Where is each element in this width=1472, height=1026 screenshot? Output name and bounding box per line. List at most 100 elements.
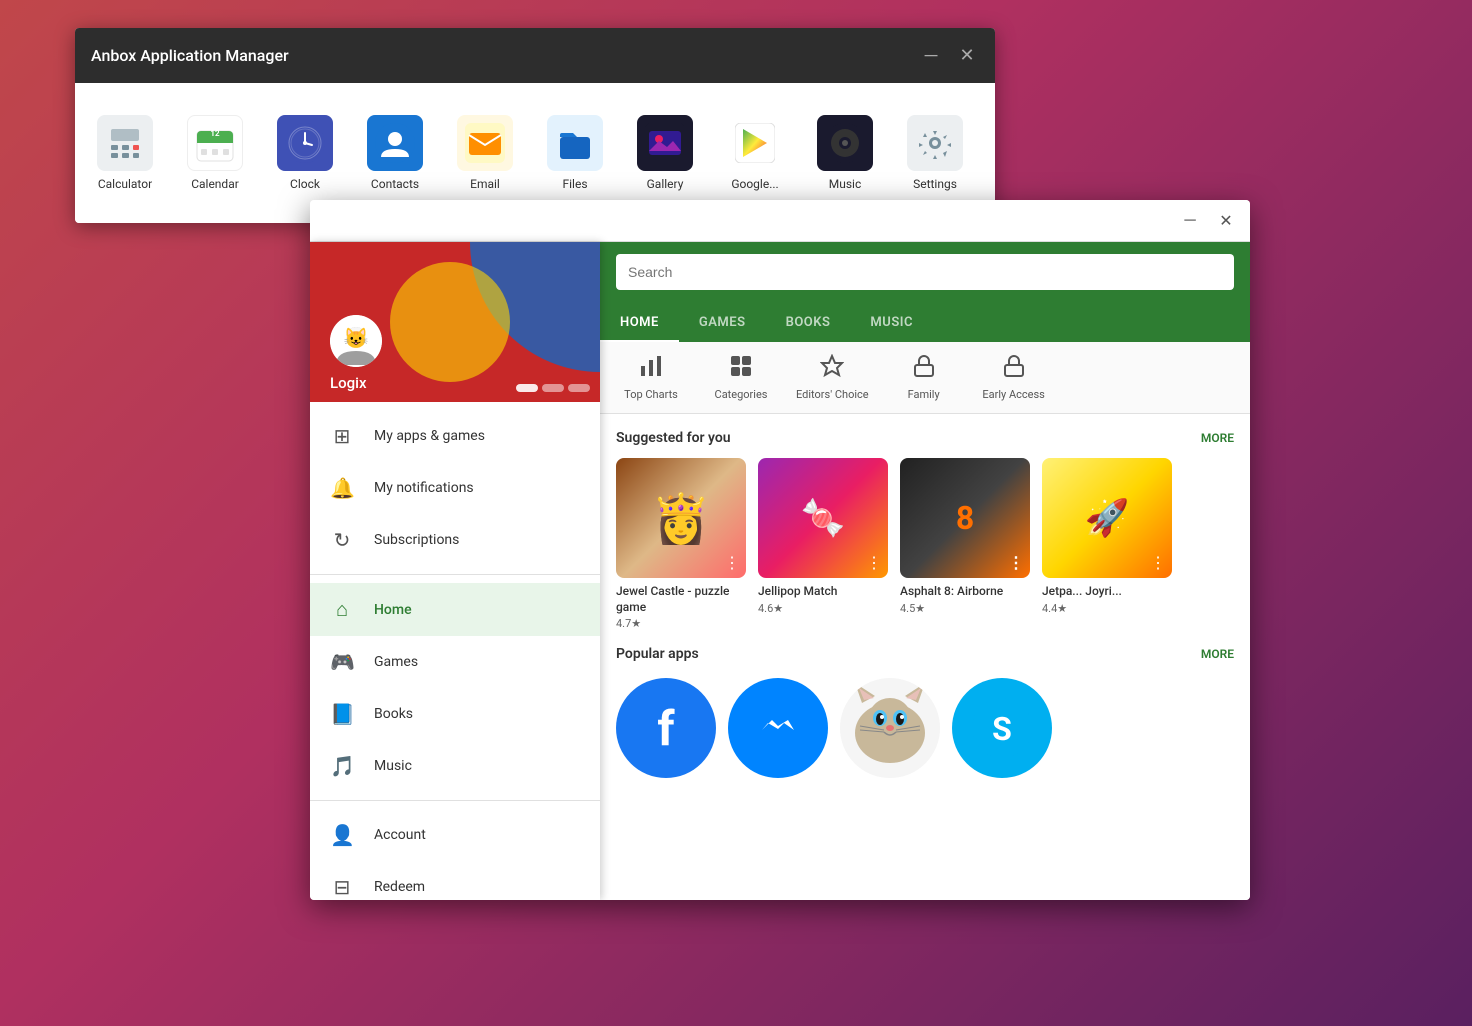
clock-label: Clock [290,177,320,191]
tab-music[interactable]: MUSIC [850,305,933,342]
jewel-card-image: 👸 ⋮ [616,458,746,578]
jetpack-image-content: 🚀 [1085,497,1130,539]
cat-family[interactable]: Family [889,354,959,401]
tab-books[interactable]: BOOKS [766,305,851,342]
jellipop-more-button[interactable]: ⋮ [866,553,882,572]
skype-icon: S [952,678,1052,778]
play-minimize-button[interactable]: ─ [1178,209,1202,233]
games-more-button[interactable]: MORE [1201,431,1234,445]
social-card-skype[interactable]: S [952,678,1052,778]
jewel-title: Jewel Castle - puzzle game [616,584,746,615]
game-card-asphalt[interactable]: 8 ⋮ Asphalt 8: Airborne 4.5★ [900,458,1030,630]
games-icon: 🎮 [330,650,354,674]
drawer-header: 😺 Logix [310,242,600,402]
family-icon [912,354,936,384]
drawer-section-account: ⊞ My apps & games 🔔 My notifications ↻ S… [310,402,600,575]
drawer-item-notifications[interactable]: 🔔 My notifications [310,462,600,514]
cat-categories[interactable]: Categories [706,354,776,401]
jellipop-rating: 4.6★ [758,602,888,615]
subscriptions-icon: ↻ [330,528,354,552]
drawer-item-account[interactable]: 👤 Account [310,809,600,861]
calculator-label: Calculator [98,177,152,191]
game-card-jewel[interactable]: 👸 ⋮ Jewel Castle - puzzle game 4.7★ [616,458,746,630]
jellipop-title: Jellipop Match [758,584,888,600]
asphalt-card-image: 8 ⋮ [900,458,1030,578]
drawer-item-my-apps[interactable]: ⊞ My apps & games [310,410,600,462]
cat-family-label: Family [908,388,940,401]
app-item-calculator[interactable]: Calculator [95,115,155,191]
account-icon: 👤 [330,823,354,847]
cat-editors-choice[interactable]: Editors' Choice [796,354,869,401]
social-more-button[interactable]: MORE [1201,647,1234,661]
books-icon: 📘 [330,702,354,726]
asphalt-more-button[interactable]: ⋮ [1008,553,1024,572]
anbox-close-button[interactable]: ✕ [955,44,979,68]
settings-label: Settings [913,177,957,191]
cat-editors-choice-label: Editors' Choice [796,388,869,401]
app-item-settings[interactable]: Settings [905,115,965,191]
jewel-rating: 4.7★ [616,617,746,630]
jetpack-more-button[interactable]: ⋮ [1150,553,1166,572]
drawer-username: Logix [330,374,366,392]
email-dot-3 [568,384,590,392]
tab-home[interactable]: HOME [600,305,679,342]
social-section-title: Popular apps [616,646,699,662]
app-item-files[interactable]: Files [545,115,605,191]
app-item-calendar[interactable]: 12 Calendar [185,115,245,191]
tab-games[interactable]: GAMES [679,305,766,342]
app-item-gallery[interactable]: Gallery [635,115,695,191]
games-section-title: Suggested for you [616,430,731,446]
games-cards: 👸 ⋮ Jewel Castle - puzzle game 4.7★ 🍬 ⋮ … [616,458,1234,630]
jellipop-image-content: 🍬 [801,497,846,539]
music-label: Music [374,758,412,774]
app-item-google[interactable]: Google... [725,115,785,191]
settings-icon [907,115,963,171]
notifications-icon: 🔔 [330,476,354,500]
social-cards: f [600,678,1250,794]
games-section-header: Suggested for you MORE [616,430,1234,446]
app-item-clock[interactable]: Clock [275,115,335,191]
svg-text:12: 12 [210,129,220,138]
play-categories: Top Charts Categories Editors' Choice Fa… [600,342,1250,414]
drawer-item-redeem[interactable]: ⊟ Redeem [310,861,600,900]
tomcat-icon [840,678,940,778]
clock-icon [277,115,333,171]
music-nav-icon: 🎵 [330,754,354,778]
anbox-minimize-button[interactable]: ─ [919,44,943,68]
svg-text:S: S [992,710,1012,748]
app-item-contacts[interactable]: Contacts [365,115,425,191]
cat-early-access[interactable]: Early Access [979,354,1049,401]
drawer-item-games[interactable]: 🎮 Games [310,636,600,688]
my-apps-icon: ⊞ [330,424,354,448]
notifications-label: My notifications [374,480,474,496]
drawer-item-books[interactable]: 📘 Books [310,688,600,740]
drawer-item-music[interactable]: 🎵 Music [310,740,600,792]
play-close-button[interactable]: ✕ [1214,209,1238,233]
social-card-messenger[interactable] [728,678,828,778]
cat-top-charts[interactable]: Top Charts [616,354,686,401]
subscriptions-label: Subscriptions [374,532,459,548]
fb-letter: f [657,700,674,757]
app-item-music[interactable]: Music [815,115,875,191]
social-section-header-row: Popular apps MORE [616,646,1234,662]
books-label: Books [374,706,413,722]
navigation-drawer: 😺 Logix ⊞ My apps & games 🔔 My notificat… [310,242,600,900]
svg-text:😺: 😺 [344,326,369,350]
social-card-tomcat[interactable] [840,678,940,778]
jewel-more-button[interactable]: ⋮ [724,553,740,572]
cat-categories-label: Categories [715,388,768,401]
game-card-jetpack[interactable]: 🚀 ⋮ Jetpa... Joyri... 4.4★ [1042,458,1172,630]
drawer-section-misc: 👤 Account ⊟ Redeem ✓ Wishlist 🛡 Play Pro… [310,801,600,900]
game-card-jellipop[interactable]: 🍬 ⋮ Jellipop Match 4.6★ [758,458,888,630]
drawer-email-bar [516,384,590,392]
social-section-header: Popular apps MORE [600,646,1250,678]
asphalt-image-content: 8 [956,499,974,537]
drawer-item-subscriptions[interactable]: ↻ Subscriptions [310,514,600,566]
app-item-email[interactable]: Email [455,115,515,191]
play-search-box[interactable] [616,254,1234,290]
play-titlebar: ─ ✕ [310,200,1250,242]
drawer-section-nav: ⌂ Home 🎮 Games 📘 Books 🎵 Music [310,575,600,801]
play-search-input[interactable] [628,264,1222,280]
social-card-facebook[interactable]: f [616,678,716,778]
drawer-item-home[interactable]: ⌂ Home [310,583,600,636]
